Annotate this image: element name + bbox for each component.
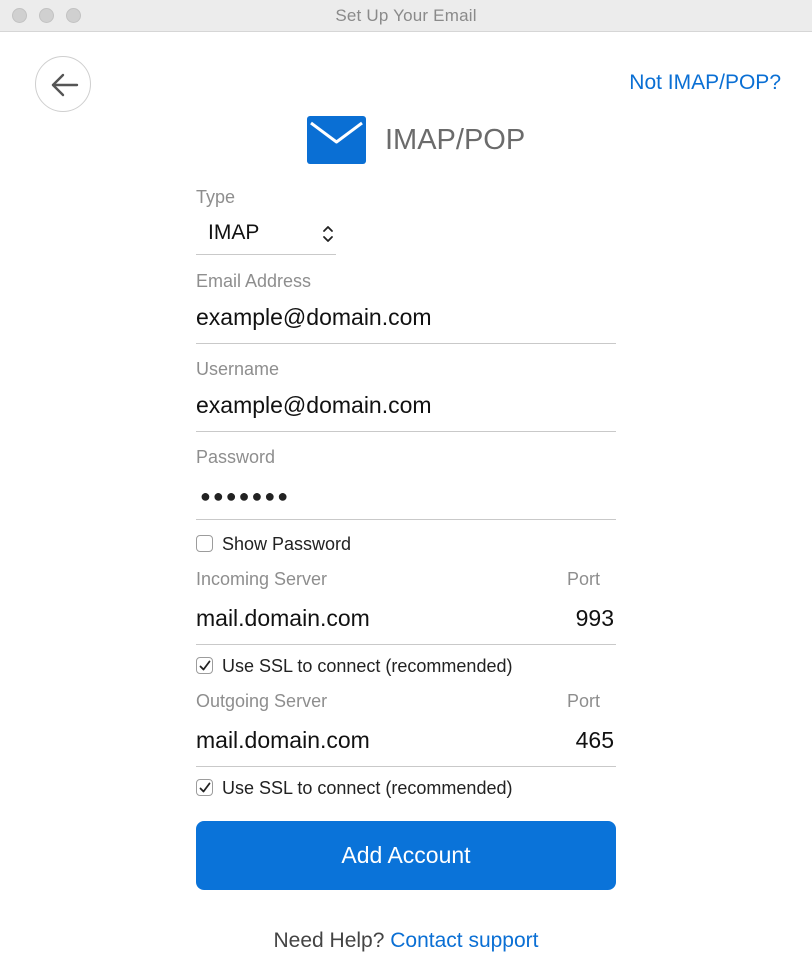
outgoing-ssl-label: Use SSL to connect (recommended): [222, 778, 513, 798]
password-underline: [196, 519, 616, 520]
not-imap-pop-link[interactable]: Not IMAP/POP?: [629, 71, 781, 95]
window-title: Set Up Your Email: [335, 6, 477, 25]
password-label: Password: [196, 447, 276, 467]
envelope-icon: [307, 116, 366, 164]
need-help-text: Need Help?: [273, 929, 385, 952]
checkbox-box[interactable]: [196, 657, 213, 674]
checkbox-box[interactable]: [196, 779, 213, 796]
username-label: Username: [196, 359, 280, 379]
email-underline: [196, 343, 616, 344]
outgoing-underline: [196, 766, 616, 767]
outgoing-server-field[interactable]: mail.domain.com: [196, 727, 370, 754]
checkbox-box[interactable]: [196, 535, 213, 552]
incoming-ssl-label: Use SSL to connect (recommended): [222, 656, 513, 676]
email-label: Email Address: [196, 271, 312, 291]
incoming-underline: [196, 644, 616, 645]
outgoing-server-label: Outgoing Server: [196, 691, 328, 711]
page-title: IMAP/POP: [385, 124, 526, 156]
type-select-value: IMAP: [208, 221, 260, 244]
username-field[interactable]: example@domain.com: [196, 392, 432, 419]
add-account-button[interactable]: Add Account: [196, 821, 616, 890]
incoming-port-field[interactable]: 993: [556, 605, 614, 632]
outgoing-port-label: Port: [567, 691, 601, 711]
incoming-server-label: Incoming Server: [196, 569, 328, 589]
type-select[interactable]: IMAP: [196, 214, 336, 255]
window-titlebar: Set Up Your Email: [0, 0, 812, 32]
outgoing-port-field[interactable]: 465: [556, 727, 614, 754]
checkmark-icon: [199, 782, 211, 793]
password-field[interactable]: ●●●●●●●: [200, 486, 290, 507]
checkmark-icon: [199, 660, 211, 671]
chevron-updown-icon: [323, 226, 333, 242]
contact-support-link[interactable]: Contact support: [390, 929, 538, 952]
help-row: Need Help? Contact support: [0, 929, 812, 953]
email-field[interactable]: example@domain.com: [196, 304, 432, 331]
back-button[interactable]: [35, 56, 91, 112]
username-underline: [196, 431, 616, 432]
incoming-server-field[interactable]: mail.domain.com: [196, 605, 370, 632]
type-label: Type: [196, 187, 236, 207]
show-password-label: Show Password: [222, 534, 352, 554]
arrow-left-icon: [51, 73, 79, 97]
incoming-port-label: Port: [567, 569, 601, 589]
